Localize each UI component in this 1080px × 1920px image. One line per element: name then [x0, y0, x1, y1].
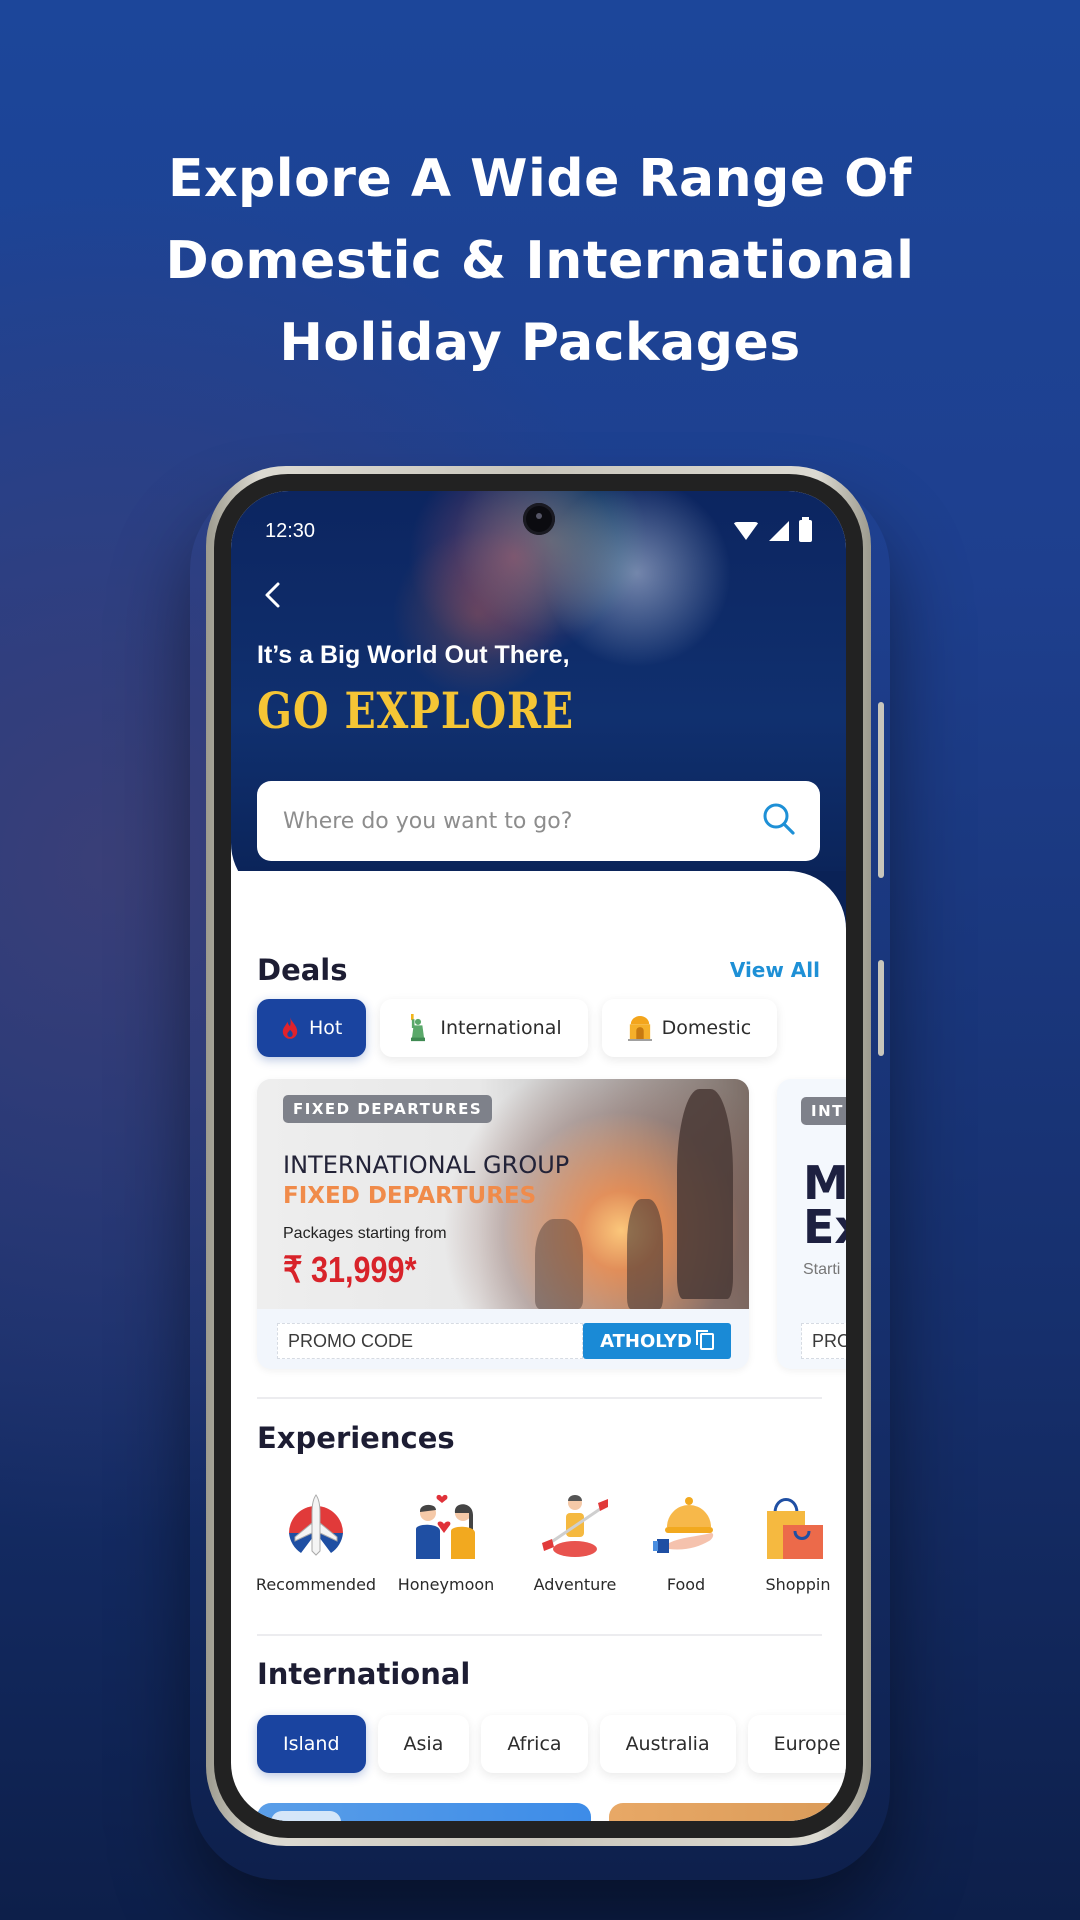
- promo-row: PRO: [801, 1323, 846, 1359]
- promo-code-value: ATHOLYD: [600, 1330, 692, 1352]
- chevron-left-icon: [265, 582, 280, 608]
- search-icon[interactable]: [762, 802, 796, 840]
- experience-label: Food: [666, 1575, 706, 1594]
- flame-icon: [282, 1017, 298, 1039]
- tab-hot[interactable]: Hot: [257, 999, 367, 1057]
- tab-australia-label: Australia: [625, 1733, 710, 1755]
- india-gate-icon: [627, 1016, 652, 1041]
- promo-row: PROMO CODE ATHOLYD: [277, 1323, 731, 1359]
- destination-card[interactable]: [257, 1803, 591, 1821]
- experiences-header: Experiences: [257, 1421, 820, 1455]
- couple-heart-icon: [416, 1494, 475, 1559]
- content-curve: [231, 871, 846, 931]
- experience-recommended[interactable]: Recommended: [251, 1491, 381, 1594]
- hero-banner: 12:30 It’s a Big World Out There, GO EXP…: [231, 491, 846, 901]
- tab-africa[interactable]: Africa: [481, 1715, 588, 1773]
- experience-adventure[interactable]: Adventure: [511, 1491, 639, 1594]
- tab-domestic-label: Domestic: [661, 1017, 752, 1039]
- power-button: [878, 960, 884, 1056]
- tab-asia[interactable]: Asia: [377, 1715, 470, 1773]
- deals-tabs: Hot International Domestic: [257, 999, 778, 1057]
- view-all-link[interactable]: View All: [730, 958, 820, 982]
- deal-tag: INT: [801, 1097, 846, 1125]
- deal-price: ₹ 31,999*: [283, 1249, 417, 1290]
- promo-label: PROMO CODE: [277, 1323, 583, 1359]
- experience-label: Recommended: [255, 1575, 377, 1594]
- airplane-icon: [289, 1494, 343, 1556]
- status-time: 12:30: [265, 519, 316, 542]
- deal-caption: Packages starting from: [283, 1225, 447, 1242]
- experiences-list: Recommended Honeymoon Adventure Food Sho…: [251, 1491, 846, 1594]
- tab-asia-label: Asia: [403, 1733, 444, 1755]
- headline-line-1: Explore A Wide Range Of: [167, 149, 913, 209]
- deal-heading: INTERNATIONAL GROUP: [283, 1151, 570, 1179]
- deals-title: Deals: [257, 953, 348, 987]
- experiences-title: Experiences: [257, 1421, 455, 1455]
- volume-button: [878, 702, 884, 878]
- hiker-silhouette: [535, 1219, 583, 1309]
- deal-tag: FIXED DEPARTURES: [283, 1095, 493, 1123]
- tab-international[interactable]: International: [380, 999, 588, 1057]
- hero-subtitle: It’s a Big World Out There,: [257, 641, 570, 669]
- hero-title: GO EXPLORE: [257, 681, 574, 740]
- deals-header: Deals View All: [257, 953, 820, 987]
- deal-caption: Starti: [803, 1261, 841, 1278]
- kayak-icon: [542, 1495, 608, 1557]
- experience-shopping[interactable]: Shoppin: [733, 1491, 846, 1594]
- tab-international-label: International: [440, 1017, 562, 1039]
- tab-europe[interactable]: Europe: [747, 1715, 846, 1773]
- deal-heading-line-2: Ex: [803, 1200, 846, 1254]
- experience-label: Honeymoon: [397, 1575, 495, 1594]
- tab-island-label: Island: [283, 1733, 340, 1755]
- signal-icon: [769, 521, 789, 541]
- phone-frame: 12:30 It’s a Big World Out There, GO EXP…: [206, 466, 884, 1846]
- food-cloche-icon: [653, 1497, 714, 1553]
- phone-bezel: 12:30 It’s a Big World Out There, GO EXP…: [214, 474, 863, 1838]
- destination-card[interactable]: [609, 1803, 846, 1821]
- hiker-silhouette: [627, 1199, 663, 1309]
- promo-label: PRO: [801, 1323, 846, 1359]
- section-divider: [257, 1397, 822, 1399]
- hiker-silhouette: [677, 1089, 733, 1299]
- deal-heading: M Ex: [803, 1160, 846, 1250]
- headline-line-3: Holiday Packages: [279, 313, 801, 373]
- status-icons: [733, 517, 812, 542]
- search-input[interactable]: [283, 808, 703, 834]
- tab-domestic[interactable]: Domestic: [601, 999, 778, 1057]
- tab-island[interactable]: Island: [257, 1715, 366, 1773]
- shopping-bag-icon: [767, 1498, 823, 1559]
- deal-card[interactable]: FIXED DEPARTURES INTERNATIONAL GROUP FIX…: [257, 1079, 749, 1369]
- tab-australia[interactable]: Australia: [599, 1715, 736, 1773]
- international-header: International: [257, 1657, 820, 1691]
- copy-icon: [695, 1329, 714, 1350]
- region-tabs: Island Asia Africa Australia Europe: [257, 1715, 846, 1773]
- section-divider: [257, 1634, 822, 1636]
- experience-honeymoon[interactable]: Honeymoon: [381, 1491, 511, 1594]
- search-bar[interactable]: [257, 781, 820, 861]
- deal-card[interactable]: INT M Ex Starti PRO: [777, 1079, 846, 1369]
- deal-subheading: FIXED DEPARTURES: [283, 1183, 537, 1209]
- experience-label: Shoppin: [765, 1575, 831, 1594]
- tab-europe-label: Europe: [773, 1733, 841, 1755]
- headline-line-2: Domestic & International: [165, 231, 915, 291]
- tab-hot-label: Hot: [309, 1017, 343, 1039]
- battery-icon: [799, 517, 812, 542]
- copy-promo-button[interactable]: ATHOLYD: [583, 1323, 731, 1359]
- cloud-decoration: [271, 1811, 341, 1821]
- experience-label: Adventure: [533, 1575, 617, 1594]
- promo-headline: Explore A Wide Range Of Domestic & Inter…: [0, 138, 1080, 384]
- wifi-icon: [733, 522, 759, 540]
- international-title: International: [257, 1657, 471, 1691]
- front-camera: [522, 503, 555, 535]
- app-screen: 12:30 It’s a Big World Out There, GO EXP…: [231, 491, 846, 1821]
- experience-food[interactable]: Food: [639, 1491, 733, 1594]
- tab-africa-label: Africa: [507, 1733, 562, 1755]
- back-button[interactable]: [253, 575, 293, 615]
- statue-of-liberty-icon: [411, 1014, 426, 1042]
